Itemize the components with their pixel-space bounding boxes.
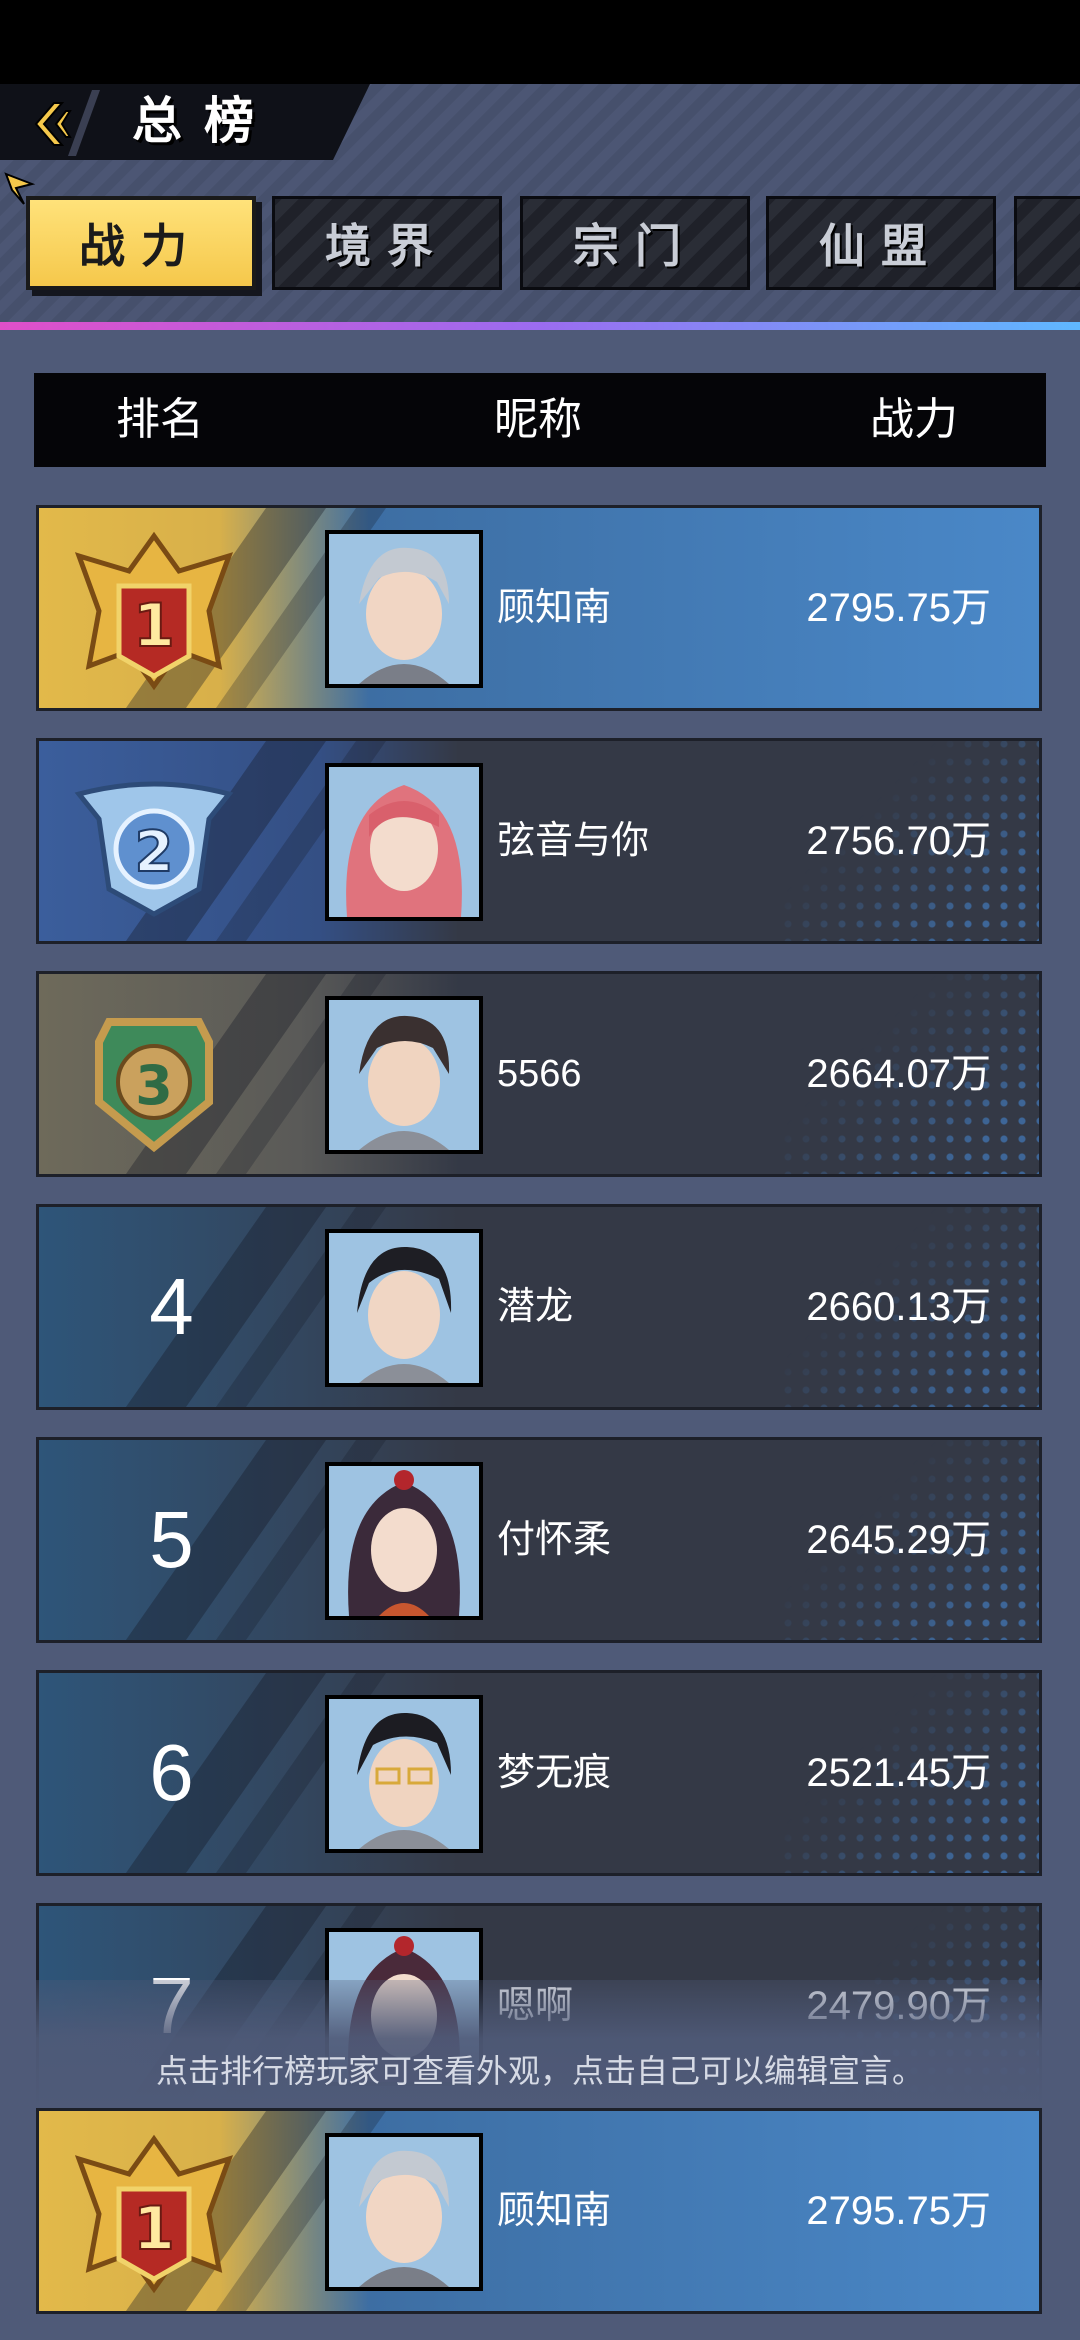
avatar[interactable] — [325, 763, 483, 921]
rank-number: 5 — [149, 1495, 194, 1584]
male-avatar-icon — [329, 2137, 479, 2287]
player-power: 2645.29万 — [806, 1518, 991, 1562]
sparkle-icon — [4, 172, 36, 205]
male-avatar-icon — [329, 534, 479, 684]
tab-sect[interactable]: 宗门 — [520, 196, 750, 290]
player-power: 2660.13万 — [806, 1285, 991, 1329]
tab-label: 宗门 — [573, 220, 697, 272]
bronze-medal-icon: 3 — [95, 1018, 213, 1153]
hint-text: 点击排行榜玩家可查看外观，点击自己可以编辑宣言。 — [155, 2053, 924, 2089]
rank-number: 1 — [133, 2194, 175, 2264]
tab-more[interactable] — [1014, 196, 1080, 290]
avatar[interactable] — [325, 530, 483, 688]
player-power: 2521.45万 — [806, 1751, 991, 1795]
player-nickname: 5566 — [497, 1053, 582, 1095]
table-row[interactable]: 5 付怀柔 2645.29万 — [36, 1437, 1042, 1643]
tab-alliance[interactable]: 仙盟 — [766, 196, 996, 290]
table-row[interactable]: 2 弦音与你 2756.70万 — [36, 738, 1042, 944]
avatar[interactable] — [325, 996, 483, 1154]
female-avatar-icon — [329, 1466, 479, 1616]
tab-label: 战力 — [79, 220, 203, 272]
avatar[interactable] — [325, 2133, 483, 2291]
table-row[interactable]: 4 潜龙 2660.13万 — [36, 1204, 1042, 1410]
table-row[interactable]: 3 5566 2664.07万 — [36, 971, 1042, 1177]
rank-number: 1 — [133, 591, 175, 661]
rank-number: 6 — [149, 1728, 194, 1817]
player-nickname: 弦音与你 — [497, 820, 650, 862]
male-glasses-avatar-icon — [329, 1699, 479, 1849]
player-power: 2756.70万 — [806, 819, 991, 863]
male-avatar-icon — [329, 1000, 479, 1150]
player-power: 2795.75万 — [806, 2189, 991, 2233]
rank-number: 3 — [135, 1054, 173, 1117]
table-row[interactable]: 6 梦无痕 2521.45万 — [36, 1670, 1042, 1876]
player-nickname: 付怀柔 — [497, 1519, 612, 1561]
tab-realm[interactable]: 境界 — [272, 196, 502, 290]
silver-medal-icon: 2 — [74, 781, 234, 917]
tab-bar: 战力 境界 宗门 仙盟 — [0, 172, 1080, 300]
tab-label: 境界 — [325, 220, 449, 272]
tab-label: 仙盟 — [819, 220, 943, 272]
male-avatar-icon — [329, 1233, 479, 1383]
tab-divider — [0, 322, 1080, 330]
ranking-list[interactable]: 1 顾知南 2795.75万 2 弦音与你 2756.70万 3 5566 26… — [0, 505, 1080, 2105]
header-nickname: 昵称 — [494, 395, 582, 444]
female-avatar-icon — [329, 767, 479, 917]
table-row[interactable]: 1 顾知南 2795.75万 — [36, 505, 1042, 711]
rank-number: 2 — [135, 820, 174, 885]
player-nickname: 顾知南 — [497, 587, 612, 629]
avatar[interactable] — [325, 1229, 483, 1387]
player-nickname: 梦无痕 — [497, 1752, 612, 1794]
header-rank: 排名 — [116, 395, 204, 444]
back-arrow-icon — [34, 102, 72, 146]
player-power: 2795.75万 — [806, 586, 991, 630]
header-power: 战力 — [870, 395, 958, 444]
player-nickname: 潜龙 — [497, 1286, 574, 1328]
table-header: 排名 昵称 战力 — [34, 373, 1046, 467]
gold-medal-icon: 1 — [74, 531, 234, 691]
avatar[interactable] — [325, 1695, 483, 1853]
gold-medal-icon: 1 — [74, 2134, 234, 2294]
tab-combat-power[interactable]: 战力 — [26, 196, 256, 290]
rank-number: 4 — [149, 1262, 194, 1351]
page-title: 总榜 — [132, 93, 276, 149]
avatar[interactable] — [325, 1462, 483, 1620]
status-bar — [0, 0, 1080, 84]
player-power: 2664.07万 — [806, 1052, 991, 1096]
player-nickname: 顾知南 — [497, 2190, 612, 2232]
my-rank-row[interactable]: 1 顾知南 2795.75万 — [36, 2108, 1042, 2314]
